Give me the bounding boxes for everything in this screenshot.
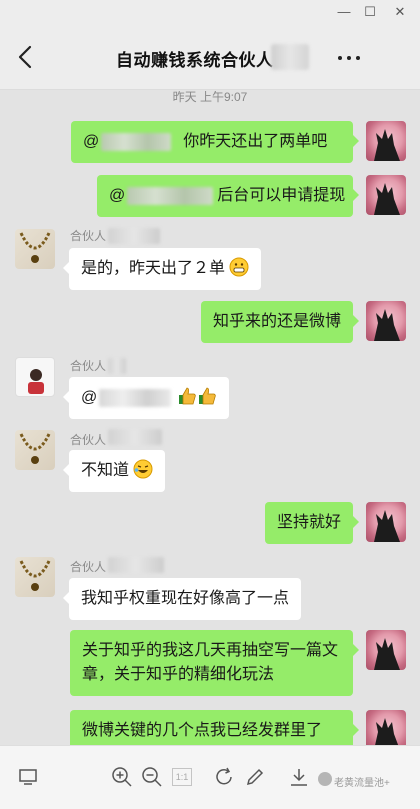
redacted-mention [99,388,172,407]
message-bubble-outgoing[interactable]: 坚持就好 [264,502,360,544]
download-icon [291,769,307,786]
mention-prefix: @ [81,389,98,406]
message-text: 不知道 [81,462,130,479]
message-text: 你昨天还出了两单吧 [183,133,328,150]
wolf-avatar-icon [374,129,400,161]
sender-name: 合伙人 [70,359,107,373]
thumbs-up-icon [199,387,216,405]
mention-prefix: @ [83,133,100,150]
sender-name: 合伙人 [70,433,107,447]
chat-header: 自动赚钱系统合伙人 [0,26,420,90]
edit-button[interactable] [244,766,266,788]
redacted-sender [108,358,126,374]
message-bubble-incoming[interactable]: 不知道 [62,450,166,492]
wolf-avatar-icon [374,309,400,341]
window-titlebar: — ☐ ✕ [0,0,420,26]
watermark-text: 老黄流量池+ [334,778,390,789]
zoom-out-icon [142,767,162,787]
avatar[interactable] [366,630,406,670]
message-bubble-outgoing[interactable]: 微博关键的几个点我已经发群里了 [70,710,359,745]
viewer-toolbar: 1:1 老黄流量池+ [0,745,420,809]
avatar[interactable] [366,710,406,745]
chain-necklace-avatar-icon [19,560,51,591]
avatar[interactable] [366,121,406,161]
monitor-icon [19,769,37,785]
minimize-button[interactable]: — [336,4,352,20]
message-text: 我知乎权重现在好像高了一点 [81,590,290,607]
redacted-name [271,44,309,70]
chain-necklace-avatar-icon [19,433,51,464]
message-bubble-incoming[interactable]: 是的，昨天出了２单 [62,248,262,290]
rotate-icon [216,767,232,785]
chat-title: 自动赚钱系统合伙人 [116,51,274,70]
message-text: 微博关键的几个点我已经发群里了 [82,722,323,739]
portrait-avatar-icon [28,369,44,394]
redacted-sender [108,557,164,573]
message-timestamp: 昨天 上午9:07 [172,91,248,104]
avatar[interactable] [15,229,55,269]
thumbs-up-icon [179,387,196,405]
pencil-icon [246,768,264,786]
chain-necklace-avatar-icon [19,232,51,263]
watermark-logo-icon [318,772,332,786]
redacted-mention [127,186,214,205]
laugh-tears-emoji-icon [133,459,153,479]
grin-emoji-icon [229,257,249,277]
avatar[interactable] [366,301,406,341]
redacted-sender [108,429,162,445]
sender-name: 合伙人 [70,229,107,243]
rotate-button[interactable] [214,766,236,788]
message-text: 后台可以申请提现 [217,187,346,204]
message-bubble-outgoing[interactable]: @ 你昨天还出了两单吧 [71,121,359,163]
actual-size-button[interactable]: 1:1 [172,768,192,786]
close-button[interactable]: ✕ [392,4,408,20]
avatar[interactable] [15,557,55,597]
message-bubble-incoming[interactable]: @ [62,377,230,419]
message-text: 是的，昨天出了２单 [81,260,226,277]
message-text: 知乎来的还是微博 [212,313,341,330]
message-bubble-outgoing[interactable]: 知乎来的还是微博 [200,301,360,343]
wolf-avatar-icon [374,638,400,670]
wolf-avatar-icon [374,510,400,542]
more-options-button[interactable] [336,48,362,68]
message-text: 坚持就好 [276,514,341,531]
screen-button[interactable] [17,766,39,788]
avatar[interactable] [366,502,406,542]
message-text: 关于知乎的我这几天再抽空写一篇文章，关于知乎的精细化玩法 [82,642,339,683]
chat-area[interactable]: 昨天 上午9:07 @ 你昨天还出了两单吧 @ 后台可以申请提现 合伙人 是的，昨天… [0,91,420,745]
redacted-sender [108,228,160,244]
download-button[interactable] [288,766,310,788]
back-button[interactable] [10,40,40,74]
message-bubble-outgoing[interactable]: @ 后台可以申请提现 [97,175,359,217]
avatar[interactable] [15,357,55,397]
message-bubble-incoming[interactable]: 我知乎权重现在好像高了一点 [62,578,302,620]
avatar[interactable] [15,430,55,470]
avatar[interactable] [366,175,406,215]
maximize-button[interactable]: ☐ [362,4,378,20]
zoom-out-button[interactable] [141,766,163,788]
zoom-in-button[interactable] [111,766,133,788]
zoom-in-icon [112,767,132,787]
mention-prefix: @ [109,187,126,204]
redacted-mention [101,132,172,151]
chevron-left-icon [18,45,32,69]
wolf-avatar-icon [374,183,400,215]
sender-name: 合伙人 [70,560,107,574]
message-bubble-outgoing[interactable]: 关于知乎的我这几天再抽空写一篇文章，关于知乎的精细化玩法 [70,630,359,696]
wolf-avatar-icon [375,718,399,745]
